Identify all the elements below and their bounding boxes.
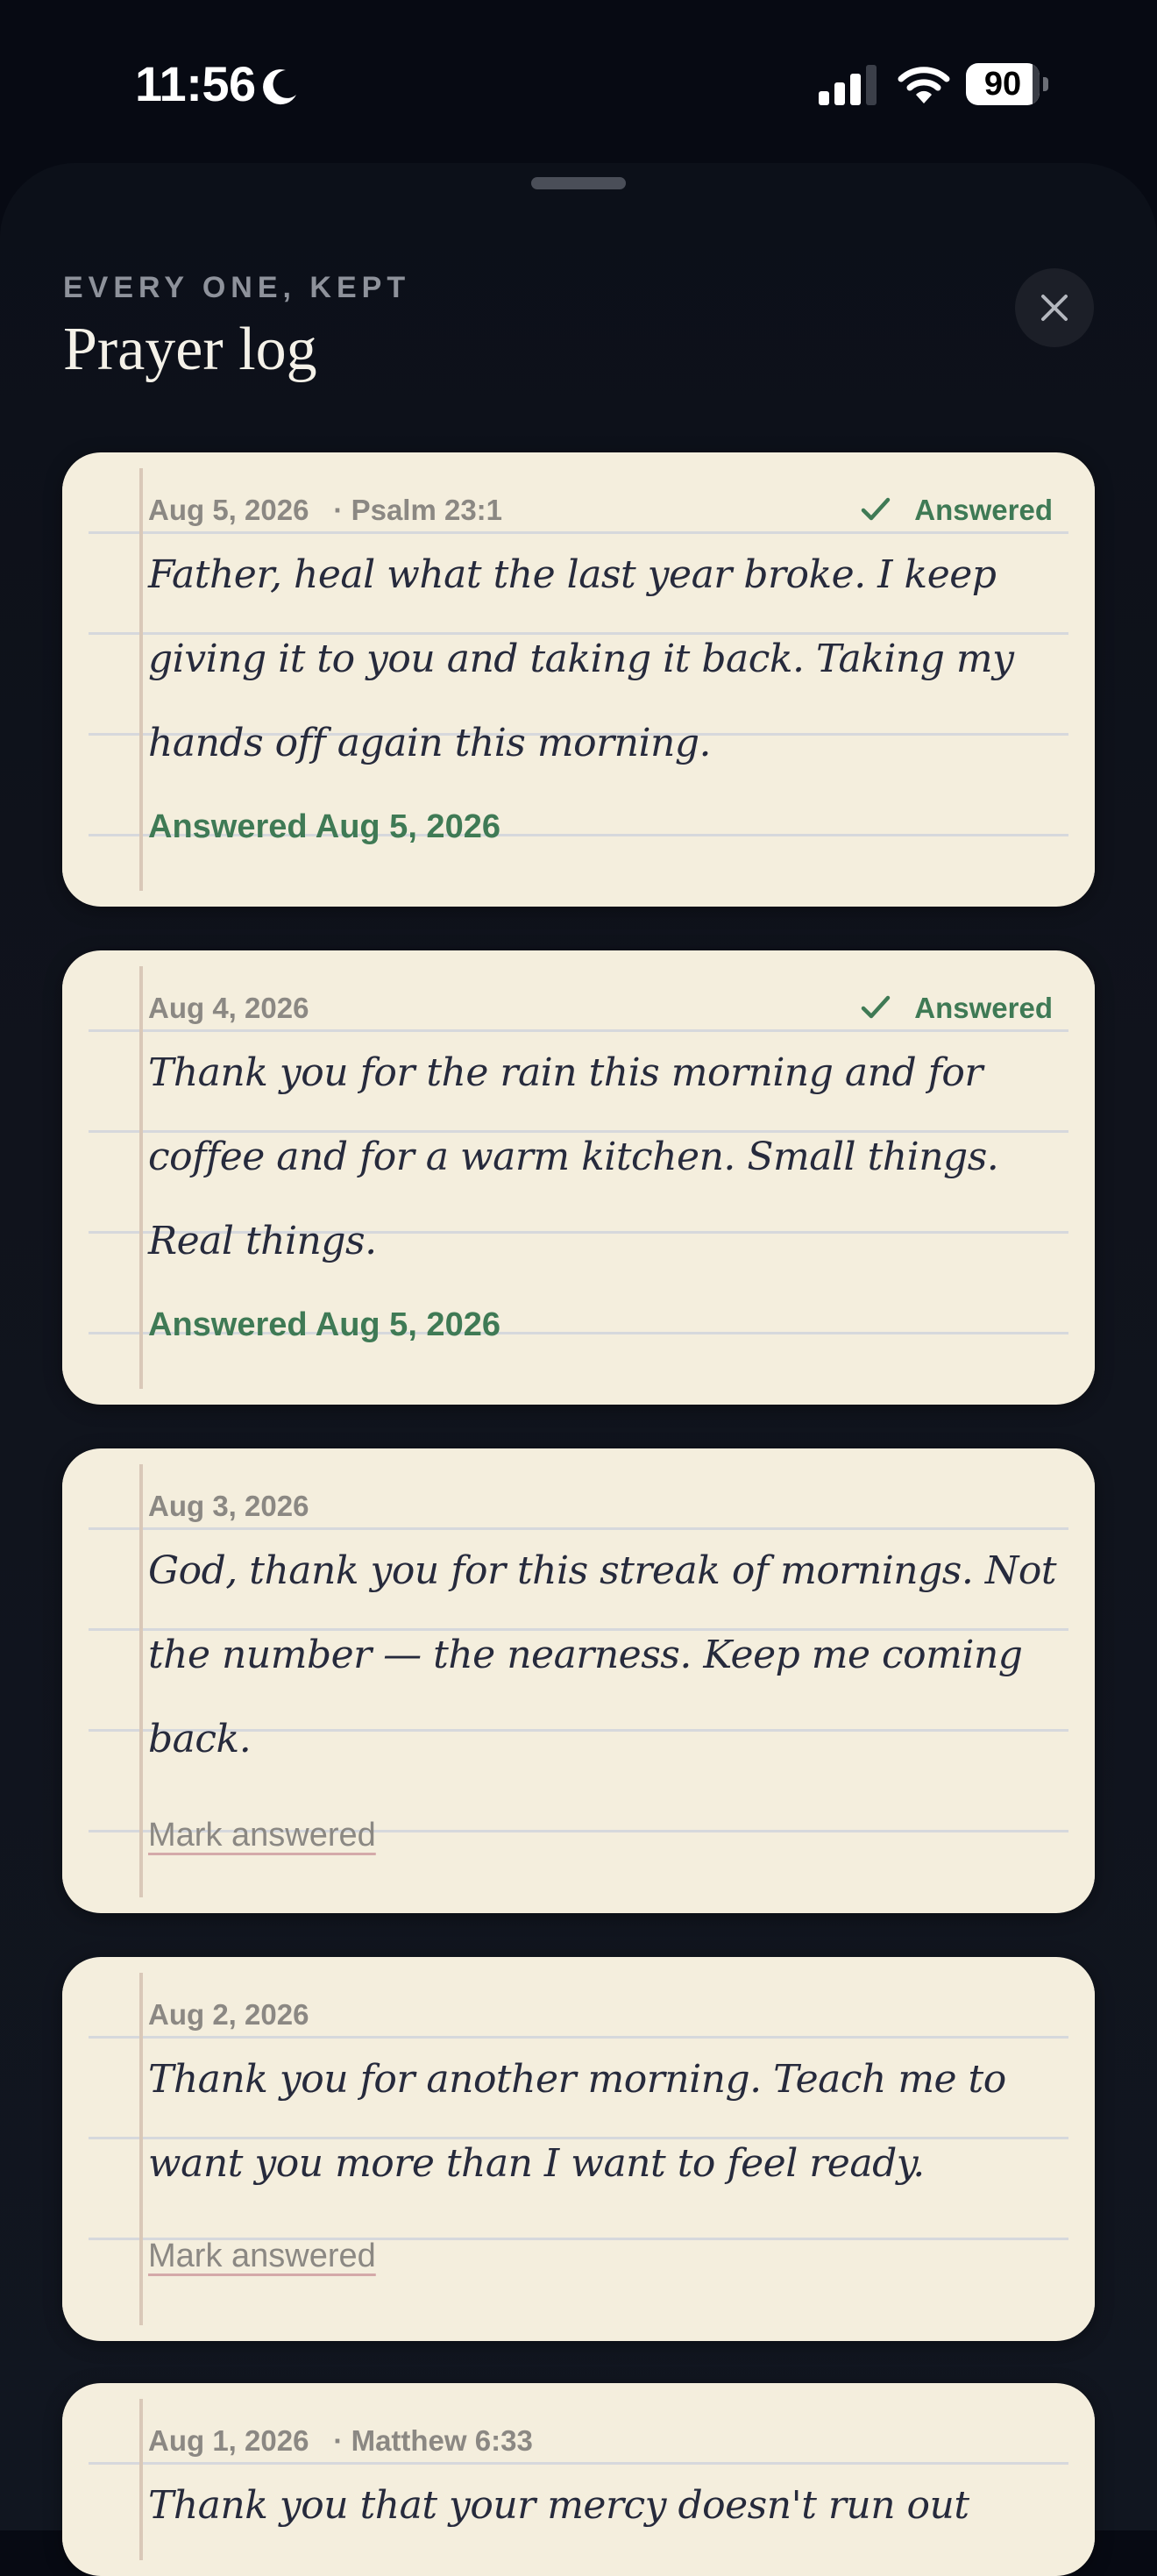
prayer-text: Father, heal what the last year broke. I… — [148, 552, 1014, 765]
prayer-date: Aug 5, 2026 — [148, 494, 309, 526]
prayer-card[interactable]: Aug 2, 2026 Thank you for another mornin… — [62, 1957, 1095, 2341]
page-title: Prayer log — [63, 316, 317, 383]
prayer-date: Aug 4, 2026 — [148, 992, 309, 1024]
mark-answered-button[interactable]: Mark answered — [148, 2234, 376, 2278]
status-time: 11:56 — [135, 56, 256, 111]
status-bar: 11:56 90 — [0, 0, 1157, 167]
mark-answered-button[interactable]: Mark answered — [148, 1813, 376, 1857]
prayer-text: Thank you that your mercy doesn't run ou… — [148, 2483, 969, 2528]
prayer-text: Thank you for the rain this morning and … — [148, 1050, 999, 1263]
prayer-date: Aug 2, 2026 — [148, 1998, 309, 2031]
margin-line — [139, 468, 143, 891]
battery-icon: 90 — [966, 63, 1048, 107]
prayer-meta: Aug 1, 2026 · Matthew 6:33 — [148, 2422, 533, 2460]
prayer-text: God, thank you for this streak of mornin… — [148, 1548, 1057, 1761]
wifi-icon — [898, 67, 950, 103]
moon-icon — [263, 69, 296, 105]
answered-date: Answered Aug 5, 2026 — [148, 808, 500, 845]
checkmark-icon — [862, 995, 891, 1019]
answered-date: Answered Aug 5, 2026 — [148, 1306, 500, 1343]
prayer-card[interactable]: Aug 1, 2026 · Matthew 6:33 Thank you that… — [62, 2383, 1095, 2576]
prayer-meta: Aug 5, 2026 · Psalm 23:1 — [148, 491, 502, 530]
cellular-signal-icon — [819, 65, 877, 105]
scripture-reference: · Psalm 23:1 — [333, 494, 503, 526]
prayer-date: Aug 3, 2026 — [148, 1490, 309, 1522]
prayer-card[interactable]: Aug 3, 2026 God, thank you for this stre… — [62, 1448, 1095, 1913]
sheet-grabber[interactable] — [531, 177, 626, 189]
answered-status-label: Answered — [914, 494, 1053, 526]
prayer-card[interactable]: Aug 4, 2026 Answered Thank you for the r… — [62, 950, 1095, 1405]
margin-line — [139, 2399, 143, 2560]
prayer-meta: Aug 2, 2026 — [148, 1996, 309, 2034]
battery-percentage: 90 — [983, 66, 1022, 103]
margin-line — [139, 1464, 143, 1897]
prayer-meta: Aug 4, 2026 — [148, 989, 309, 1028]
close-icon — [1041, 295, 1068, 321]
close-button[interactable] — [1015, 268, 1094, 347]
margin-line — [139, 1973, 143, 2325]
answered-badge: Answered — [860, 491, 1053, 530]
scripture-reference: · Matthew 6:33 — [333, 2424, 533, 2457]
answered-status-label: Answered — [914, 992, 1053, 1024]
prayer-log-sheet: EVERY ONE, KEPT Prayer log Aug 5, 2026 · … — [0, 163, 1157, 2576]
checkmark-icon — [862, 497, 891, 521]
prayer-card[interactable]: Aug 5, 2026 · Psalm 23:1 Answered Father,… — [62, 452, 1095, 907]
prayer-date: Aug 1, 2026 — [148, 2424, 309, 2457]
answered-badge: Answered — [860, 989, 1053, 1028]
sheet-eyebrow: EVERY ONE, KEPT — [63, 271, 411, 304]
prayer-meta: Aug 3, 2026 — [148, 1487, 309, 1526]
margin-line — [139, 966, 143, 1389]
prayer-text: Thank you for another morning. Teach me … — [148, 2057, 1006, 2186]
